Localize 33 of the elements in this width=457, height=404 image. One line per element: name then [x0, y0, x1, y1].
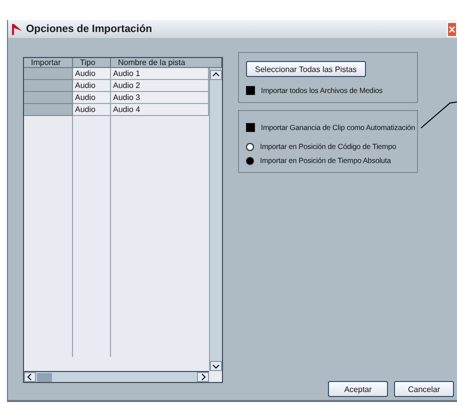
close-icon[interactable] [447, 22, 457, 36]
scroll-up-icon[interactable] [210, 70, 222, 80]
radio-button[interactable] [246, 156, 254, 164]
column-header: Tipo [73, 58, 111, 68]
vertical-scrollbar[interactable] [209, 68, 222, 371]
scroll-right-icon[interactable] [197, 372, 209, 382]
table-cell: Audio 1 [111, 68, 209, 80]
horizontal-scrollbar[interactable] [24, 371, 209, 382]
table-cell: Audio [73, 80, 111, 92]
checkbox[interactable] [246, 86, 255, 95]
table-cell [24, 68, 73, 80]
table-cell [24, 80, 73, 92]
scroll-left-icon[interactable] [24, 372, 36, 382]
table-cell: Audio 4 [111, 104, 209, 116]
column-header: Importar [24, 58, 73, 68]
table-cell: Audio [73, 92, 111, 104]
leader-line [420, 102, 457, 128]
checkbox[interactable] [246, 123, 255, 132]
select-all-button[interactable]: Seleccionar Todas las Pistas [246, 61, 366, 77]
column-header: Nombre de la pista [111, 58, 222, 68]
table-cell: Audio 2 [111, 80, 209, 92]
table-cell: Audio [73, 104, 111, 116]
scroll-down-icon[interactable] [210, 361, 222, 371]
ok-button[interactable]: Aceptar [328, 381, 388, 397]
scroll-thumb[interactable] [37, 372, 52, 382]
table-cell [24, 92, 73, 104]
table-cell [24, 104, 73, 116]
app-logo-icon [11, 23, 23, 35]
cancel-button[interactable]: Cancelar [394, 381, 454, 397]
radio-button[interactable] [246, 142, 254, 150]
window-title: Opciones de Importación [26, 23, 154, 35]
table-cell: Audio 3 [111, 92, 209, 104]
table-cell: Audio [73, 68, 111, 80]
